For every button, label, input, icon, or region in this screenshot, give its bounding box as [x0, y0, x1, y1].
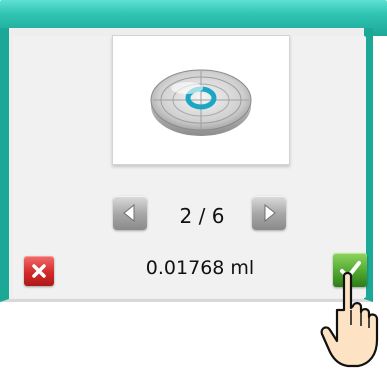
close-icon: [32, 264, 46, 278]
measurement-value: 0.01768 ml: [145, 257, 255, 279]
arrow-left-icon: [123, 203, 135, 223]
page-indicator: 2 / 6: [179, 204, 225, 228]
image-preview-card: [112, 35, 290, 165]
next-button[interactable]: [252, 196, 286, 230]
previous-button[interactable]: [113, 196, 147, 230]
arrow-right-icon: [264, 203, 276, 223]
cancel-button[interactable]: [24, 256, 54, 286]
bubble-level-icon: [150, 69, 252, 136]
hand-pointer-icon: [318, 270, 382, 370]
